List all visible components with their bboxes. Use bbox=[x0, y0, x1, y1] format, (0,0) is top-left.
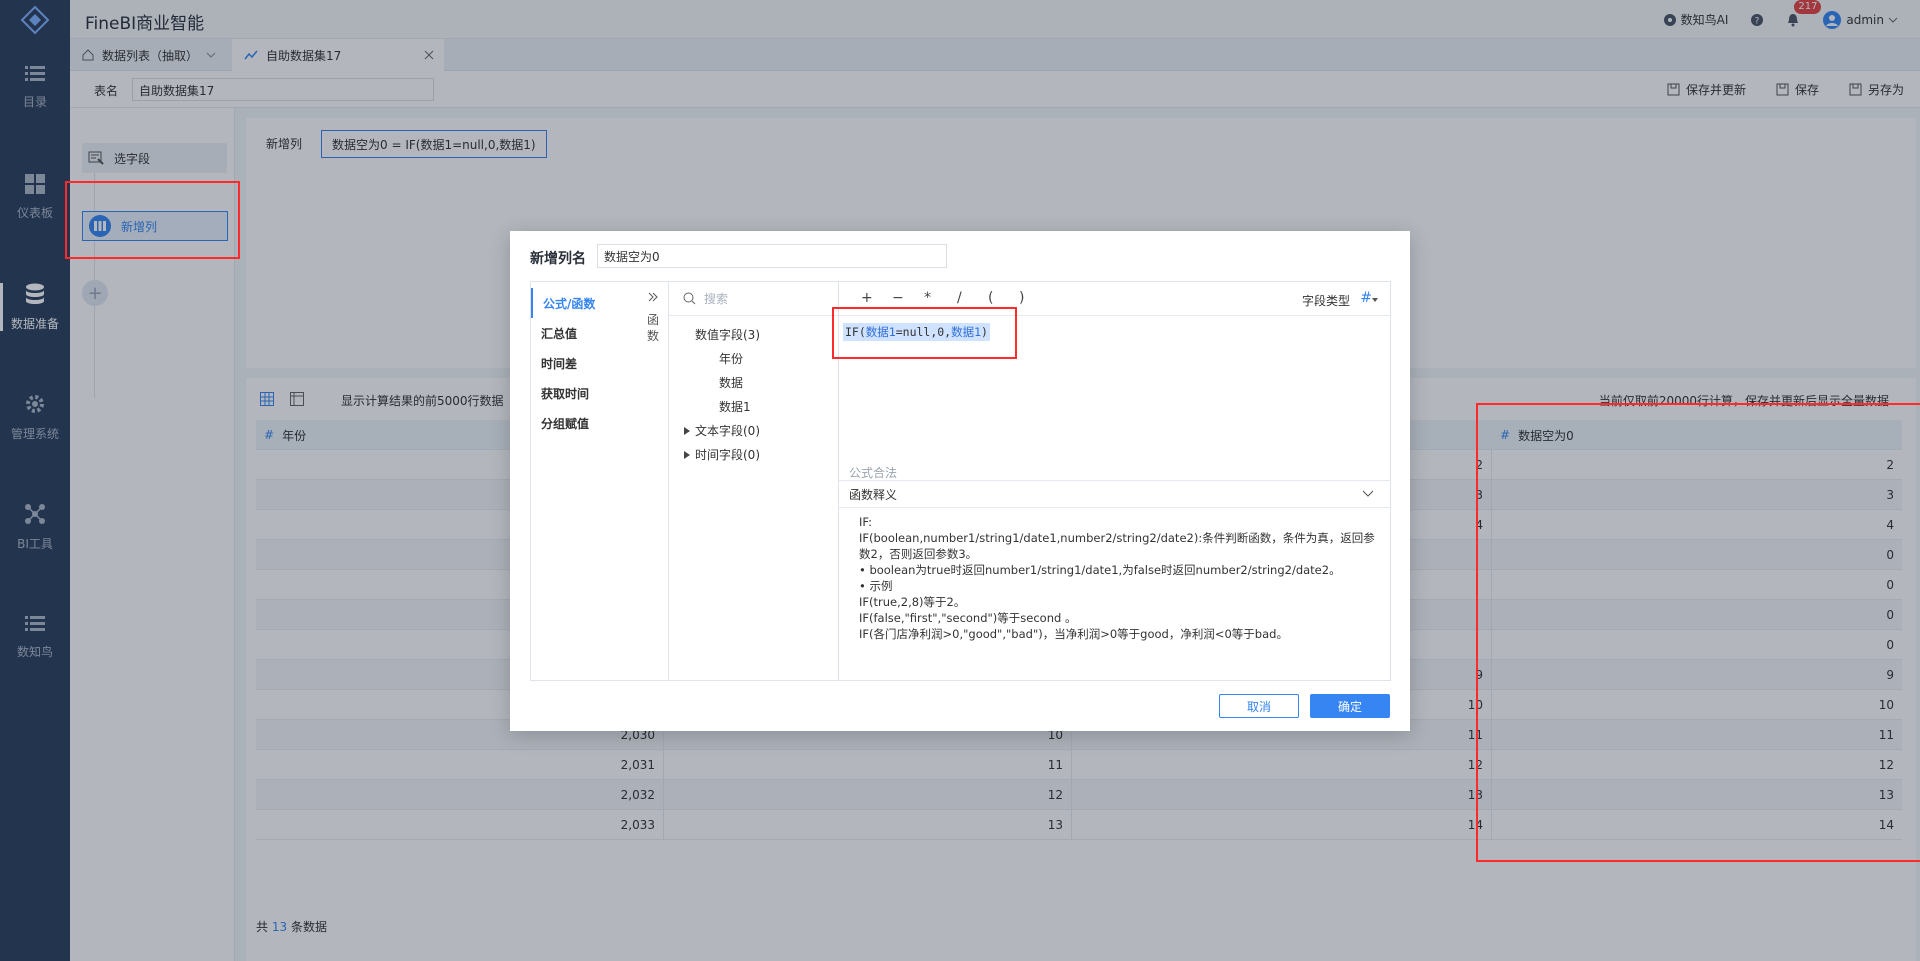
caret-right-icon bbox=[684, 450, 690, 459]
number-type-icon: # bbox=[1360, 290, 1372, 306]
right-paren-button[interactable]: ) bbox=[1019, 290, 1024, 306]
multiply-operator-button[interactable]: * bbox=[924, 290, 931, 306]
double-chevron-right-icon bbox=[648, 292, 658, 302]
function-explanation: IF: IF(boolean,number1/string1/date1,num… bbox=[859, 514, 1379, 642]
highlight-new-column bbox=[1476, 403, 1920, 862]
explain-line: IF(true,2,8)等于2。 bbox=[859, 595, 966, 609]
function-panel-toggle[interactable]: 函数 bbox=[643, 290, 663, 344]
function-explain-header[interactable]: 函数释义 bbox=[839, 480, 1390, 508]
divide-operator-button[interactable]: / bbox=[957, 290, 962, 306]
caret-down-icon bbox=[1372, 298, 1378, 302]
group-text-fields[interactable]: 文本字段(0) bbox=[683, 422, 760, 439]
plus-operator-button[interactable]: + bbox=[861, 290, 873, 306]
field-list: 搜索 数值字段(3) 年份 数据 数据1 文本字段(0) 时间字段(0) bbox=[669, 282, 839, 680]
category-aggregate[interactable]: 汇总值 bbox=[531, 318, 639, 348]
add-column-dialog: 新增列名 数据空为0 公式/函数 汇总值 时间差 获取时间 分组赋值 函数 搜索… bbox=[510, 231, 1410, 731]
explain-line: • boolean为true时返回number1/string1/date1,为… bbox=[859, 563, 1341, 577]
function-categories: 公式/函数 汇总值 时间差 获取时间 分组赋值 函数 bbox=[531, 282, 669, 680]
category-formula[interactable]: 公式/函数 bbox=[531, 288, 639, 318]
column-name-input[interactable]: 数据空为0 bbox=[597, 244, 947, 268]
field-item[interactable]: 年份 bbox=[719, 350, 743, 367]
field-type-label: 字段类型 bbox=[1301, 294, 1350, 308]
explain-line: IF: bbox=[859, 515, 872, 529]
highlight-add-column-step bbox=[65, 181, 240, 259]
minus-operator-button[interactable]: − bbox=[892, 290, 904, 306]
caret-right-icon bbox=[684, 426, 690, 435]
search-icon bbox=[683, 292, 696, 305]
field-item[interactable]: 数据 bbox=[719, 374, 743, 391]
function-side-label: 函数 bbox=[647, 313, 660, 343]
chevron-down-icon bbox=[1362, 490, 1374, 497]
field-item[interactable]: 数据1 bbox=[719, 398, 751, 415]
explain-line: IF(boolean,number1/string1/date1,number2… bbox=[859, 531, 1375, 561]
explain-title: 函数释义 bbox=[849, 487, 898, 502]
explain-line: IF(各门店净利润>0,"good","bad")，当净利润>0等于good，净… bbox=[859, 627, 1288, 641]
highlight-formula bbox=[832, 307, 1017, 359]
category-group-assign[interactable]: 分组赋值 bbox=[531, 408, 639, 438]
category-time-diff[interactable]: 时间差 bbox=[531, 348, 639, 378]
group-label: 文本字段(0) bbox=[695, 424, 760, 438]
group-numeric-fields[interactable]: 数值字段(3) bbox=[695, 326, 760, 343]
explain-line: IF(false,"first","second")等于second 。 bbox=[859, 611, 1077, 625]
left-paren-button[interactable]: ( bbox=[988, 290, 993, 306]
cancel-button[interactable]: 取消 bbox=[1219, 694, 1299, 718]
field-type-select[interactable]: # bbox=[1360, 290, 1378, 306]
group-label: 时间字段(0) bbox=[695, 448, 760, 462]
explain-line: • 示例 bbox=[859, 579, 893, 593]
confirm-button[interactable]: 确定 bbox=[1310, 694, 1390, 718]
formula-valid-status: 公式合法 bbox=[849, 466, 898, 480]
category-get-time[interactable]: 获取时间 bbox=[531, 378, 639, 408]
field-search-input[interactable]: 搜索 bbox=[669, 282, 838, 316]
search-placeholder: 搜索 bbox=[704, 292, 729, 306]
column-name-label: 新增列名 bbox=[530, 251, 586, 267]
group-time-fields[interactable]: 时间字段(0) bbox=[683, 446, 760, 463]
